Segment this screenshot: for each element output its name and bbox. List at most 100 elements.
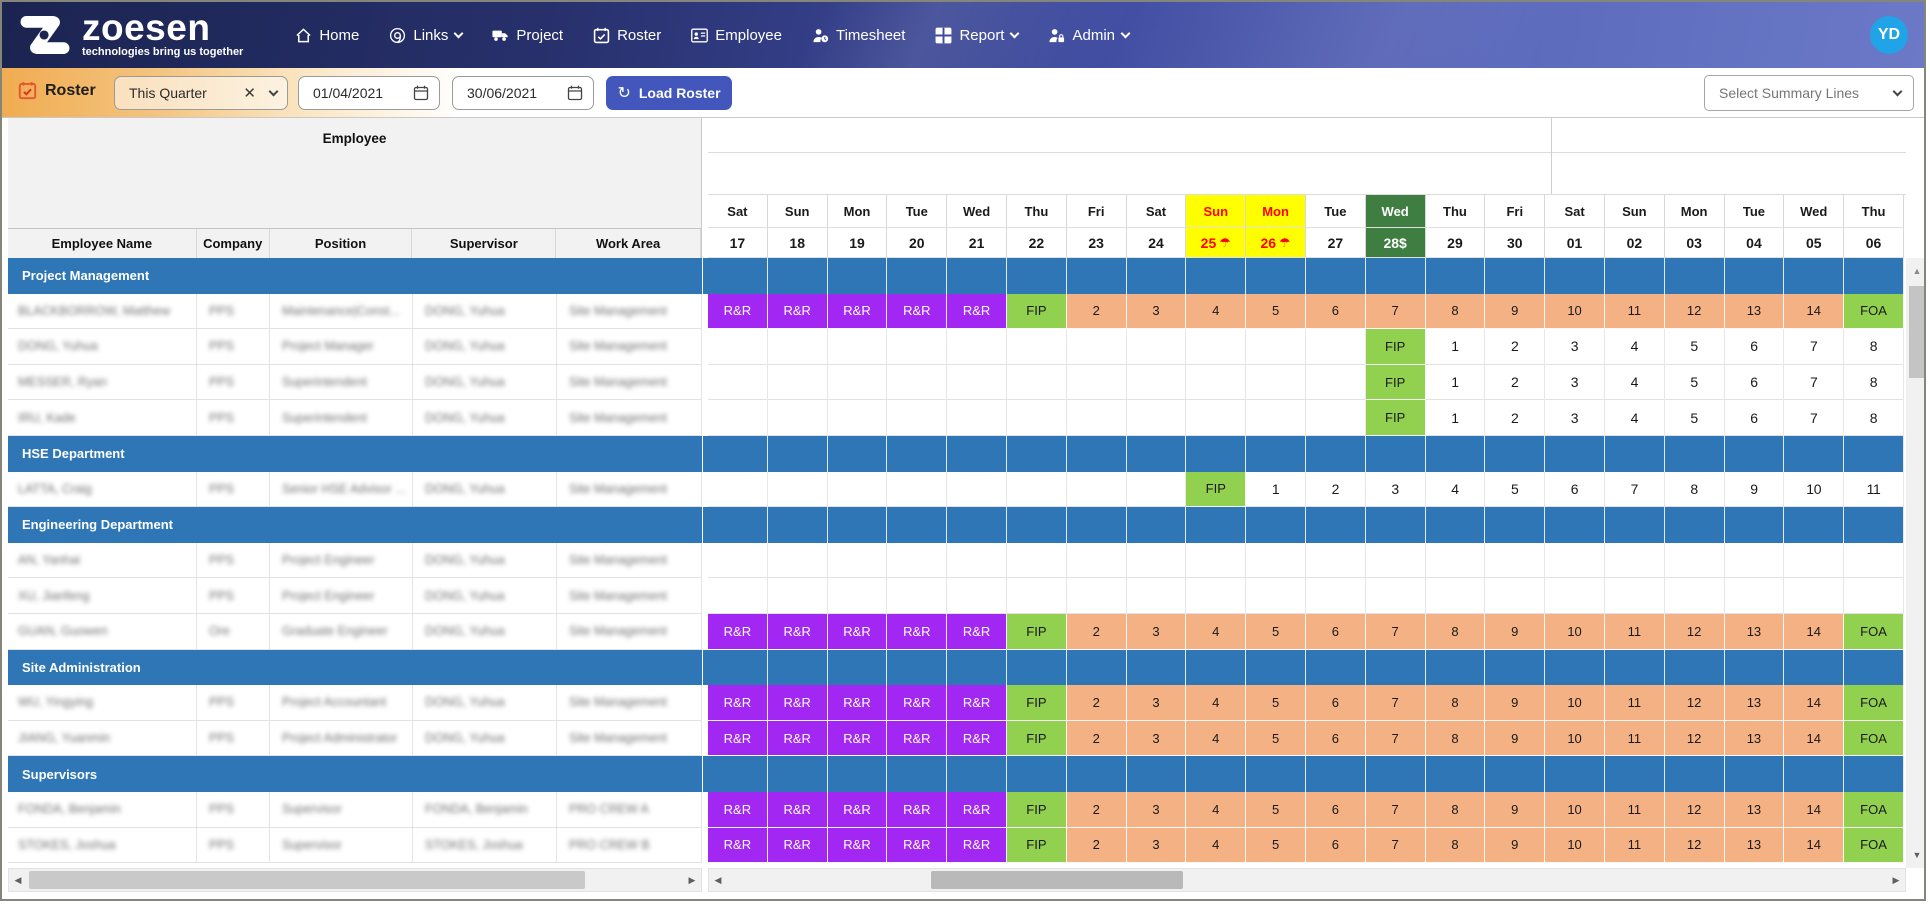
roster-cell[interactable]: R&R	[947, 828, 1007, 864]
user-avatar[interactable]: YD	[1870, 16, 1908, 54]
roster-cell[interactable]: FOA	[1844, 792, 1904, 828]
cell-position[interactable]: Project Accountant	[270, 685, 413, 721]
roster-cell[interactable]	[768, 578, 828, 614]
roster-cell[interactable]: 7	[1366, 685, 1426, 721]
roster-cell[interactable]: 10	[1545, 721, 1605, 757]
roster-cell[interactable]	[708, 365, 768, 401]
roster-cell[interactable]: R&R	[887, 685, 947, 721]
scroll-left-icon[interactable]: ◀	[709, 869, 727, 891]
roster-cell[interactable]: R&R	[768, 721, 828, 757]
roster-cell[interactable]: FOA	[1844, 614, 1904, 650]
roster-cell[interactable]: 4	[1186, 828, 1246, 864]
roster-cell[interactable]: 4	[1186, 792, 1246, 828]
cell-name[interactable]: STOKES, Joshua	[8, 828, 197, 864]
roster-cell[interactable]: FIP	[1186, 472, 1246, 508]
roster-cell[interactable]	[1844, 543, 1904, 579]
cell-position[interactable]: Superintendent	[270, 400, 413, 436]
roster-cell[interactable]: 11	[1605, 294, 1665, 330]
cell-supervisor[interactable]: DONG, Yuhua	[413, 365, 557, 401]
roster-cell[interactable]: 4	[1426, 472, 1486, 508]
cell-position[interactable]: Graduate Engineer	[270, 614, 413, 650]
roster-cell[interactable]: R&R	[708, 294, 768, 330]
roster-cell[interactable]: 8	[1426, 614, 1486, 650]
roster-cell[interactable]: 7	[1366, 828, 1426, 864]
roster-cell[interactable]: 5	[1246, 614, 1306, 650]
roster-cell[interactable]: 8	[1426, 685, 1486, 721]
roster-cell[interactable]: 11	[1844, 472, 1904, 508]
roster-cell[interactable]	[708, 472, 768, 508]
summary-lines-select[interactable]: Select Summary Lines	[1704, 75, 1914, 111]
roster-cell[interactable]: 12	[1665, 828, 1725, 864]
nav-item-home[interactable]: Home	[295, 27, 359, 44]
cell-company[interactable]: Ore	[197, 614, 270, 650]
vertical-scrollbar[interactable]: ▲ ▼	[1906, 258, 1926, 868]
calendar-icon[interactable]	[413, 85, 429, 101]
roster-cell[interactable]: 7	[1784, 365, 1844, 401]
cell-work-area[interactable]: Site Management	[557, 400, 702, 436]
roster-cell[interactable]	[1127, 365, 1187, 401]
roster-cell[interactable]: 4	[1186, 685, 1246, 721]
roster-cell[interactable]: 5	[1665, 365, 1725, 401]
roster-cell[interactable]: 1	[1426, 365, 1486, 401]
roster-cell[interactable]	[1007, 578, 1067, 614]
nav-item-roster[interactable]: Roster	[593, 27, 661, 44]
roster-cell[interactable]	[1007, 472, 1067, 508]
cell-work-area[interactable]: Site Management	[557, 721, 702, 757]
roster-cell[interactable]	[1485, 543, 1545, 579]
cell-work-area[interactable]: Site Management	[557, 472, 702, 508]
roster-cell[interactable]: 1	[1246, 472, 1306, 508]
nav-item-links[interactable]: Links	[389, 27, 462, 44]
roster-cell[interactable]: 3	[1545, 329, 1605, 365]
roster-cell[interactable]: 14	[1784, 792, 1844, 828]
cell-name[interactable]: FONDA, Benjamin	[8, 792, 197, 828]
roster-cell[interactable]: 14	[1784, 685, 1844, 721]
nav-item-timesheet[interactable]: Timesheet	[812, 27, 905, 44]
roster-cell[interactable]	[828, 400, 888, 436]
roster-cell[interactable]	[1067, 329, 1127, 365]
nav-item-report[interactable]: Report	[935, 27, 1018, 44]
roster-cell[interactable]: 1	[1426, 329, 1486, 365]
roster-cell[interactable]: 5	[1665, 329, 1725, 365]
roster-cell[interactable]	[1306, 329, 1366, 365]
cell-work-area[interactable]: Site Management	[557, 685, 702, 721]
roster-cell[interactable]	[1186, 365, 1246, 401]
roster-cell[interactable]	[1127, 329, 1187, 365]
roster-cell[interactable]: 3	[1127, 685, 1187, 721]
roster-cell[interactable]: 2	[1306, 472, 1366, 508]
roster-cell[interactable]: R&R	[768, 614, 828, 650]
cell-supervisor[interactable]: DONG, Yuhua	[413, 294, 557, 330]
roster-cell[interactable]	[947, 578, 1007, 614]
calendar-icon[interactable]	[567, 85, 583, 101]
roster-cell[interactable]	[1366, 578, 1426, 614]
quarter-select[interactable]: This Quarter ✕	[114, 76, 288, 110]
roster-cell[interactable]: 8	[1426, 828, 1486, 864]
roster-cell[interactable]: R&R	[768, 792, 828, 828]
cell-position[interactable]: Supervisor	[270, 792, 413, 828]
roster-cell[interactable]: 9	[1485, 294, 1545, 330]
cell-company[interactable]: PPS	[197, 329, 270, 365]
roster-cell[interactable]	[1844, 578, 1904, 614]
roster-cell[interactable]	[1545, 578, 1605, 614]
roster-cell[interactable]	[1784, 543, 1844, 579]
cell-company[interactable]: PPS	[197, 294, 270, 330]
roster-cell[interactable]: 14	[1784, 721, 1844, 757]
roster-cell[interactable]: FIP	[1007, 294, 1067, 330]
roster-cell[interactable]: 8	[1426, 721, 1486, 757]
roster-cell[interactable]: 7	[1366, 294, 1426, 330]
date-from-input[interactable]: 01/04/2021	[298, 76, 440, 110]
roster-cell[interactable]	[768, 472, 828, 508]
cell-name[interactable]: IRU, Kade	[8, 400, 197, 436]
roster-cell[interactable]: 13	[1725, 294, 1785, 330]
roster-cell[interactable]	[1665, 543, 1725, 579]
cell-position[interactable]: Project Manager	[270, 329, 413, 365]
cell-company[interactable]: PPS	[197, 400, 270, 436]
roster-cell[interactable]	[1007, 400, 1067, 436]
roster-cell[interactable]: 4	[1605, 400, 1665, 436]
roster-cell[interactable]: 3	[1545, 365, 1605, 401]
roster-cell[interactable]: 8	[1426, 294, 1486, 330]
roster-cell[interactable]: 9	[1485, 685, 1545, 721]
roster-cell[interactable]: 11	[1605, 792, 1665, 828]
roster-cell[interactable]	[1426, 543, 1486, 579]
roster-cell[interactable]: 6	[1545, 472, 1605, 508]
roster-cell[interactable]	[708, 329, 768, 365]
